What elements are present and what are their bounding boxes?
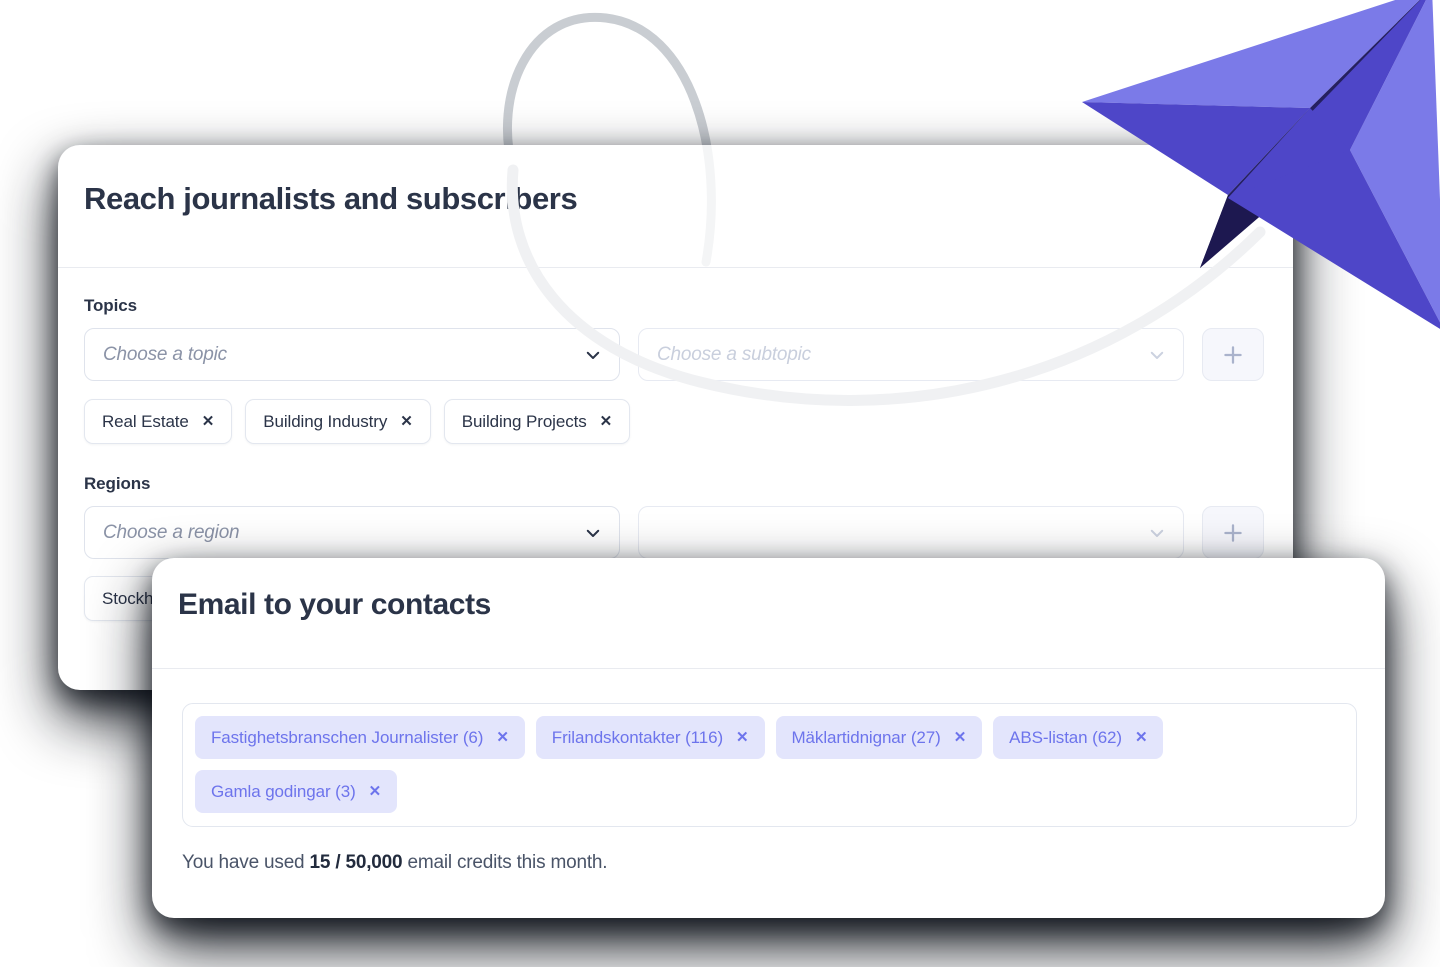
remove-icon[interactable]: ✕ (496, 730, 509, 745)
credits-prefix: You have used (182, 852, 310, 873)
paper-plane-icon (1082, 0, 1440, 329)
remove-icon[interactable]: ✕ (954, 730, 967, 745)
tag-building-industry[interactable]: Building Industry ✕ (245, 399, 431, 444)
remove-icon[interactable]: ✕ (1135, 730, 1148, 745)
subtopic-select-placeholder: Choose a subtopic (657, 343, 811, 365)
topic-tags: Real Estate ✕ Building Industry ✕ Buildi… (84, 399, 1267, 444)
remove-icon[interactable]: ✕ (736, 730, 749, 745)
chip-label: Mäklartidnignar (27) (791, 727, 941, 747)
tag-real-estate[interactable]: Real Estate ✕ (84, 399, 233, 444)
remove-icon[interactable]: ✕ (202, 414, 215, 429)
illustration-stage: Reach journalists and subscribers Topics… (0, 0, 1440, 967)
contacts-card-body: Fastighetsbranschen Journalister (6) ✕ F… (152, 669, 1385, 874)
remove-icon[interactable]: ✕ (600, 414, 613, 429)
chevron-down-icon (1150, 529, 1164, 537)
contact-lists-input[interactable]: Fastighetsbranschen Journalister (6) ✕ F… (182, 703, 1357, 827)
chip-abs-listan[interactable]: ABS-listan (62) ✕ (993, 716, 1164, 759)
credits-amount: 15 / 50,000 (309, 852, 403, 873)
plus-icon (1224, 523, 1242, 542)
topic-select-placeholder: Choose a topic (103, 343, 227, 365)
chip-label: ABS-listan (62) (1009, 727, 1122, 747)
subregion-select[interactable] (638, 506, 1184, 559)
tag-label: Real Estate (102, 411, 189, 431)
contacts-card-header: Email to your contacts (152, 558, 1385, 668)
chevron-down-icon (586, 529, 600, 537)
chip-frilandskontakter[interactable]: Frilandskontakter (116) ✕ (535, 716, 765, 759)
chevron-down-icon (586, 351, 600, 359)
regions-select-row: Choose a region (84, 506, 1267, 559)
chip-label: Fastighetsbranschen Journalister (6) (211, 727, 484, 747)
chip-label: Gamla godingar (3) (211, 781, 356, 801)
chip-label: Frilandskontakter (116) (551, 727, 724, 747)
email-contacts-card: Email to your contacts Fastighetsbransch… (152, 558, 1385, 918)
contacts-title: Email to your contacts (178, 588, 491, 621)
chip-gamla-godingar[interactable]: Gamla godingar (3) ✕ (195, 770, 398, 813)
regions-label: Regions (84, 474, 151, 493)
email-credits-text: You have used 15 / 50,000 email credits … (182, 852, 1357, 874)
remove-icon[interactable]: ✕ (400, 414, 413, 429)
topic-select[interactable]: Choose a topic (84, 328, 620, 381)
credits-suffix: email credits this month. (402, 852, 608, 873)
region-select-placeholder: Choose a region (103, 521, 240, 543)
remove-icon[interactable]: ✕ (369, 784, 382, 799)
region-select[interactable]: Choose a region (84, 506, 620, 559)
add-region-button[interactable] (1202, 506, 1264, 559)
tag-building-projects[interactable]: Building Projects ✕ (443, 399, 631, 444)
chip-maklartidnignar[interactable]: Mäklartidnignar (27) ✕ (775, 716, 983, 759)
tag-label: Building Projects (461, 411, 587, 431)
tag-label: Building Industry (263, 411, 388, 431)
chip-fastighetsbranschen-journalister[interactable]: Fastighetsbranschen Journalister (6) ✕ (195, 716, 525, 759)
